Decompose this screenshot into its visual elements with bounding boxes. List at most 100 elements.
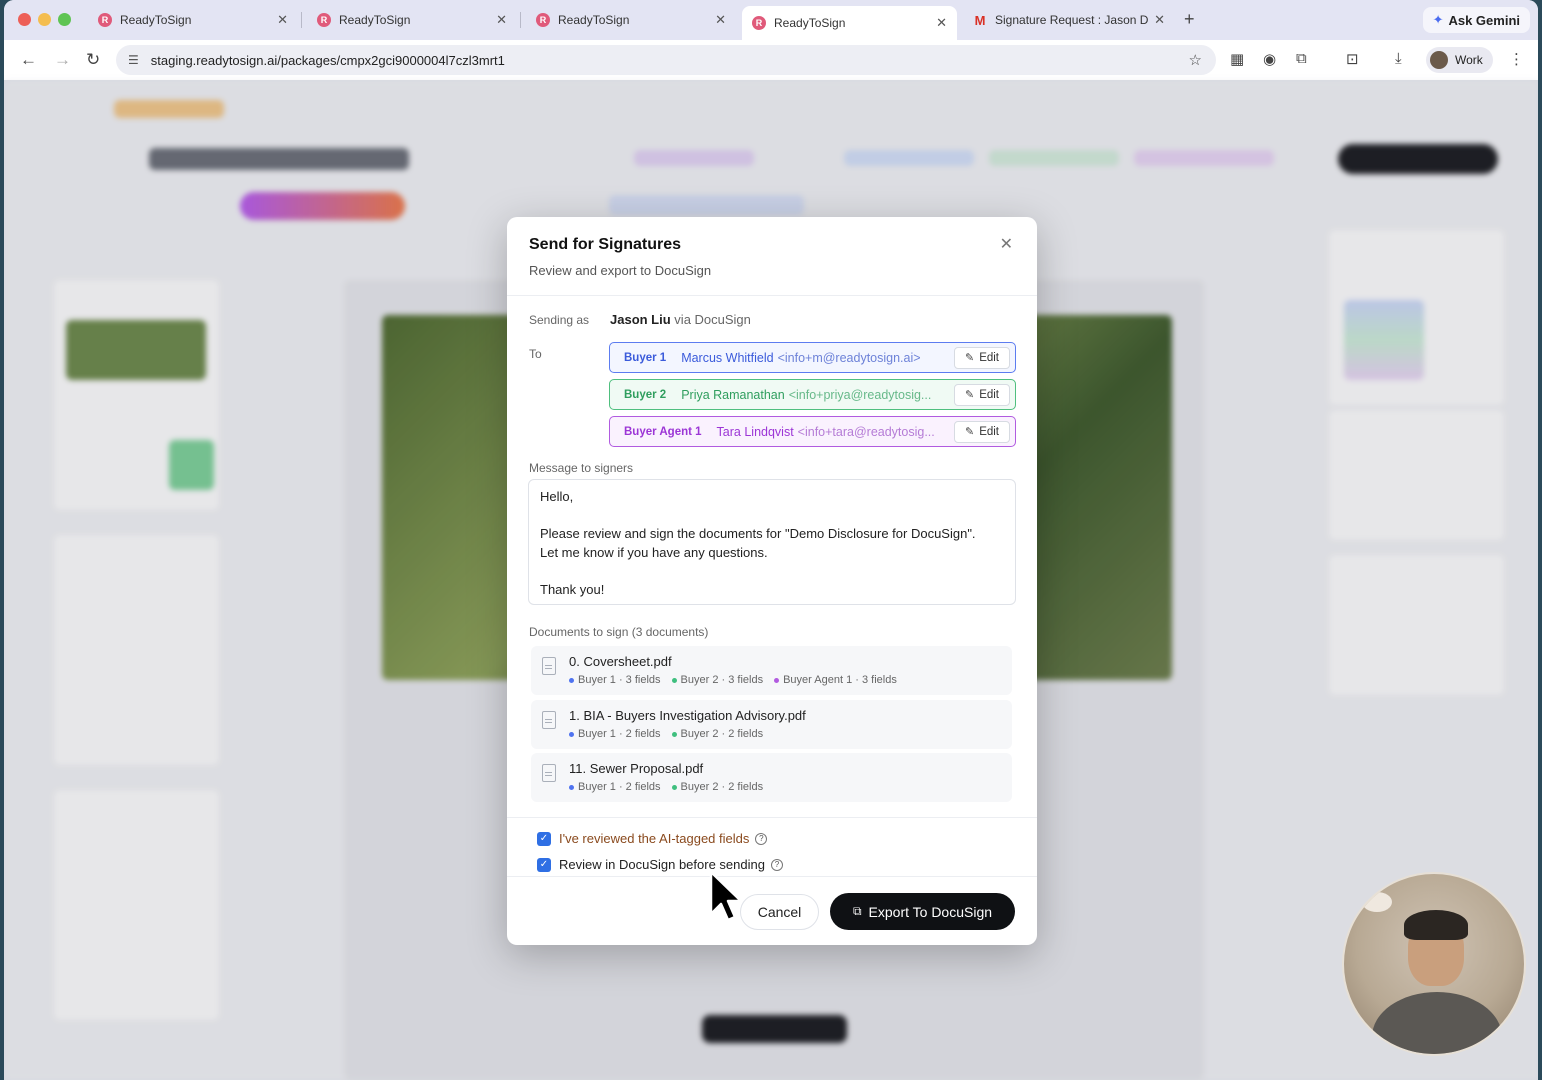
document-icon: [542, 657, 556, 675]
divider: [507, 295, 1037, 296]
document-icon: [542, 711, 556, 729]
recipient-email: <info+tara@readytosig...: [797, 424, 935, 439]
to-label: To: [529, 347, 542, 361]
camera-icon[interactable]: ◉: [1263, 50, 1276, 68]
readytosign-favicon-icon: R: [317, 13, 331, 27]
sender-name: Jason Liu: [610, 312, 671, 327]
browser-toolbar: ← → ↻ ☰ staging.readytosign.ai/packages/…: [4, 40, 1538, 80]
edit-recipient-button[interactable]: ✎ Edit: [954, 420, 1010, 443]
buyer-2-dot-icon: [671, 784, 677, 790]
recipient-row: Buyer 1 Marcus Whitfield <info+m@readyto…: [609, 342, 1016, 373]
edit-label: Edit: [979, 388, 1000, 401]
document-item: 0. Coversheet.pdf Buyer 1 · 3 fields Buy…: [531, 646, 1012, 695]
recipient-email: <info+priya@readytosig...: [788, 387, 932, 402]
recipient-role: Buyer 1: [624, 351, 667, 364]
sender-info: Jason Liu via DocuSign: [610, 312, 751, 327]
tab-label: ReadyToSign: [774, 16, 846, 30]
checkbox-checked-icon[interactable]: ✓: [537, 857, 551, 872]
browser-tab[interactable]: R ReadyToSign ✕: [526, 6, 736, 34]
ask-gemini-label: Ask Gemini: [1448, 12, 1520, 28]
edit-recipient-button[interactable]: ✎ Edit: [954, 383, 1010, 406]
reload-icon[interactable]: ↻: [86, 50, 100, 70]
more-menu-icon[interactable]: ⋮: [1509, 50, 1524, 68]
close-window-button[interactable]: [18, 13, 31, 26]
field-count-tag: Buyer 2 · 3 fields: [671, 674, 764, 686]
recipient-row: Buyer Agent 1 Tara Lindqvist <info+tara@…: [609, 416, 1016, 447]
minimize-window-button[interactable]: [38, 13, 51, 26]
field-count-tag: Buyer 1 · 2 fields: [569, 781, 661, 793]
ask-gemini-button[interactable]: ✦ Ask Gemini: [1422, 7, 1530, 33]
document-tags: Buyer 1 · 2 fields Buyer 2 · 2 fields: [569, 781, 763, 793]
close-tab-icon[interactable]: ✕: [496, 12, 507, 28]
edit-pencil-icon: ✎: [964, 389, 975, 401]
browser-tab-active[interactable]: R ReadyToSign ✕: [742, 6, 957, 40]
help-icon[interactable]: ?: [755, 832, 768, 845]
close-icon[interactable]: ✕: [1000, 234, 1013, 254]
edit-label: Edit: [979, 425, 1000, 438]
tab-divider: [520, 12, 521, 28]
buyer-1-dot-icon: [569, 731, 574, 737]
browser-tab[interactable]: R ReadyToSign ✕: [88, 6, 298, 34]
recipient-email: <info+m@readytosign.ai>: [777, 350, 921, 365]
url-text: staging.readytosign.ai/packages/cmpx2gci…: [150, 52, 505, 68]
checkbox-checked-icon[interactable]: ✓: [537, 831, 551, 846]
document-item: 11. Sewer Proposal.pdf Buyer 1 · 2 field…: [531, 753, 1012, 802]
puzzle-extensions-icon[interactable]: ⧉: [1296, 50, 1307, 67]
profile-button[interactable]: Work: [1426, 47, 1493, 73]
cancel-button[interactable]: Cancel: [740, 894, 819, 930]
tab-label: ReadyToSign: [339, 13, 411, 27]
profile-label: Work: [1455, 53, 1483, 67]
close-tab-icon[interactable]: ✕: [277, 12, 288, 28]
export-to-docusign-button[interactable]: ⧉ Export To DocuSign: [830, 893, 1015, 930]
webcam-overlay: [1342, 872, 1526, 1056]
tag-label: Buyer Agent 1 · 3 fields: [783, 674, 897, 686]
checkbox-label: I've reviewed the AI-tagged fields: [559, 831, 750, 846]
readytosign-favicon-icon: R: [98, 13, 112, 27]
review-in-docusign-checkbox[interactable]: ✓ Review in DocuSign before sending ?: [537, 857, 783, 872]
recipient-name: Priya Ramanathan: [681, 387, 785, 402]
bookmark-star-icon[interactable]: ☆: [1189, 51, 1202, 69]
document-tags: Buyer 1 · 2 fields Buyer 2 · 2 fields: [569, 728, 763, 740]
browser-tab[interactable]: R ReadyToSign ✕: [307, 6, 517, 34]
send-for-signatures-dialog: Send for Signatures Review and export to…: [507, 217, 1037, 945]
tab-search-icon[interactable]: ⊡: [1346, 50, 1359, 68]
gmail-favicon-icon: M: [974, 12, 986, 28]
external-link-icon: ⧉: [852, 904, 862, 918]
edit-label: Edit: [979, 351, 1000, 364]
maximize-window-button[interactable]: [58, 13, 71, 26]
tag-label: Buyer 2 · 3 fields: [680, 674, 764, 686]
new-tab-button[interactable]: +: [1184, 9, 1195, 30]
help-icon[interactable]: ?: [770, 858, 783, 871]
dialog-title: Send for Signatures: [529, 236, 682, 253]
site-settings-icon[interactable]: ☰: [128, 53, 139, 67]
browser-tab[interactable]: M Signature Request : Jason De ✕: [963, 6, 1175, 34]
mouse-cursor-icon: [709, 870, 743, 922]
field-count-tag: Buyer 1 · 2 fields: [569, 728, 661, 740]
back-arrow-icon[interactable]: ←: [20, 50, 37, 70]
field-count-tag: Buyer 1 · 3 fields: [569, 674, 661, 686]
document-icon: [542, 764, 556, 782]
documents-label: Documents to sign (3 documents): [529, 625, 709, 639]
tab-label: ReadyToSign: [558, 13, 630, 27]
buyer-agent-dot-icon: [774, 677, 780, 683]
webcam-person-body: [1372, 992, 1502, 1054]
close-tab-icon[interactable]: ✕: [936, 15, 947, 31]
webcam-person-hair: [1404, 910, 1468, 940]
readytosign-favicon-icon: R: [536, 13, 550, 27]
recipient-name: Marcus Whitfield: [681, 350, 774, 365]
close-tab-icon[interactable]: ✕: [1154, 12, 1165, 28]
divider: [507, 817, 1037, 818]
reviewed-ai-fields-checkbox[interactable]: ✓ I've reviewed the AI-tagged fields ?: [537, 831, 768, 846]
download-icon[interactable]: ⤓: [1395, 50, 1402, 67]
avatar: [1430, 51, 1448, 69]
message-textarea[interactable]: Hello, Please review and sign the docume…: [528, 479, 1016, 605]
buyer-2-dot-icon: [671, 677, 677, 683]
address-bar[interactable]: ☰ staging.readytosign.ai/packages/cmpx2g…: [116, 45, 1216, 75]
message-line: Hello,: [540, 489, 574, 504]
forward-arrow-icon[interactable]: →: [54, 50, 71, 70]
tag-label: Buyer 2 · 2 fields: [680, 728, 764, 740]
message-label: Message to signers: [529, 461, 634, 475]
extension-icon[interactable]: ▦: [1230, 50, 1244, 68]
edit-recipient-button[interactable]: ✎ Edit: [954, 346, 1010, 369]
close-tab-icon[interactable]: ✕: [715, 12, 726, 28]
